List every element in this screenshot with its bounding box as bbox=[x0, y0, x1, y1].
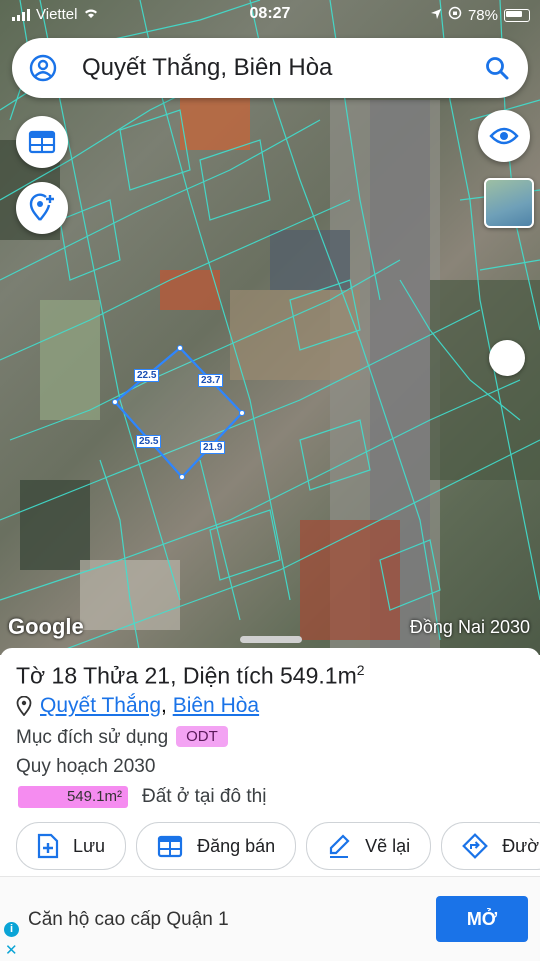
usage-row: Mục đích sử dụng ODT bbox=[16, 726, 228, 749]
ward-link[interactable]: Quyết Thắng bbox=[40, 694, 161, 717]
parcel-title: Tờ 18 Thửa 21, Diện tích 549.1m2 bbox=[16, 662, 365, 689]
account-icon[interactable] bbox=[18, 43, 68, 93]
search-icon[interactable] bbox=[472, 43, 522, 93]
eye-icon bbox=[489, 127, 519, 145]
selected-parcel[interactable] bbox=[113, 346, 244, 479]
view-toggle-button[interactable] bbox=[478, 110, 530, 162]
orientation-lock-icon bbox=[448, 6, 462, 24]
table-icon bbox=[28, 130, 56, 154]
segment-label: 21.9 bbox=[200, 441, 226, 454]
calendar-icon bbox=[157, 835, 183, 858]
ad-banner[interactable]: i ✕ Căn hộ cao cấp Quận 1 MỞ bbox=[0, 876, 540, 961]
search-bar[interactable]: Quyết Thắng, Biên Hòa bbox=[12, 38, 528, 98]
segment-label: 23.7 bbox=[198, 374, 224, 387]
ad-close-icon[interactable]: ✕ bbox=[5, 941, 18, 959]
segment-label: 25.5 bbox=[136, 435, 162, 448]
plan-title: Quy hoạch 2030 bbox=[16, 756, 156, 777]
save-icon bbox=[37, 833, 59, 859]
action-bar: Lưu Đăng bán Vẽ lại Đườ bbox=[16, 822, 540, 870]
map-view[interactable]: 22.5 23.7 25.5 21.9 Google Đồng Nai 2030 bbox=[0, 0, 540, 655]
plan-area-bar: 549.1m² bbox=[18, 786, 128, 808]
add-place-button[interactable] bbox=[16, 182, 68, 234]
post-for-sale-button[interactable]: Đăng bán bbox=[136, 822, 297, 870]
plan-description: Đất ở tại đô thị bbox=[142, 786, 267, 807]
location-arrow-icon bbox=[430, 7, 442, 24]
segment-label: 22.5 bbox=[134, 369, 160, 382]
edit-icon bbox=[330, 834, 350, 858]
battery-percent: 78% bbox=[467, 6, 498, 24]
map-overlay bbox=[0, 0, 540, 655]
usage-badge: ODT bbox=[176, 726, 228, 747]
city-link[interactable]: Biên Hòa bbox=[173, 694, 259, 717]
layers-table-button[interactable] bbox=[16, 116, 68, 168]
map-type-thumbnail[interactable] bbox=[484, 178, 534, 228]
redraw-button[interactable]: Vẽ lại bbox=[306, 822, 432, 870]
plan-year-label: Đồng Nai 2030 bbox=[409, 617, 530, 637]
battery-icon bbox=[504, 8, 530, 22]
location-pin-icon bbox=[16, 696, 32, 716]
opacity-slider-handle[interactable] bbox=[489, 340, 525, 376]
search-query[interactable]: Quyết Thắng, Biên Hòa bbox=[82, 54, 472, 82]
ad-text: Căn hộ cao cấp Quận 1 bbox=[28, 909, 229, 930]
ad-info-icon[interactable]: i bbox=[4, 922, 19, 937]
parcel-address: Quyết Thắng, Biên Hòa bbox=[16, 694, 259, 718]
status-bar: Viettel 08:27 78% bbox=[0, 0, 540, 30]
parcel-info-panel: Tờ 18 Thửa 21, Diện tích 549.1m2 Quyết T… bbox=[0, 636, 540, 876]
save-button[interactable]: Lưu bbox=[16, 822, 127, 870]
directions-icon bbox=[462, 833, 489, 859]
add-location-icon bbox=[29, 193, 54, 221]
directions-button[interactable]: Đườ bbox=[441, 822, 540, 870]
ad-open-button[interactable]: MỞ bbox=[436, 896, 528, 942]
drag-handle[interactable] bbox=[240, 636, 302, 643]
